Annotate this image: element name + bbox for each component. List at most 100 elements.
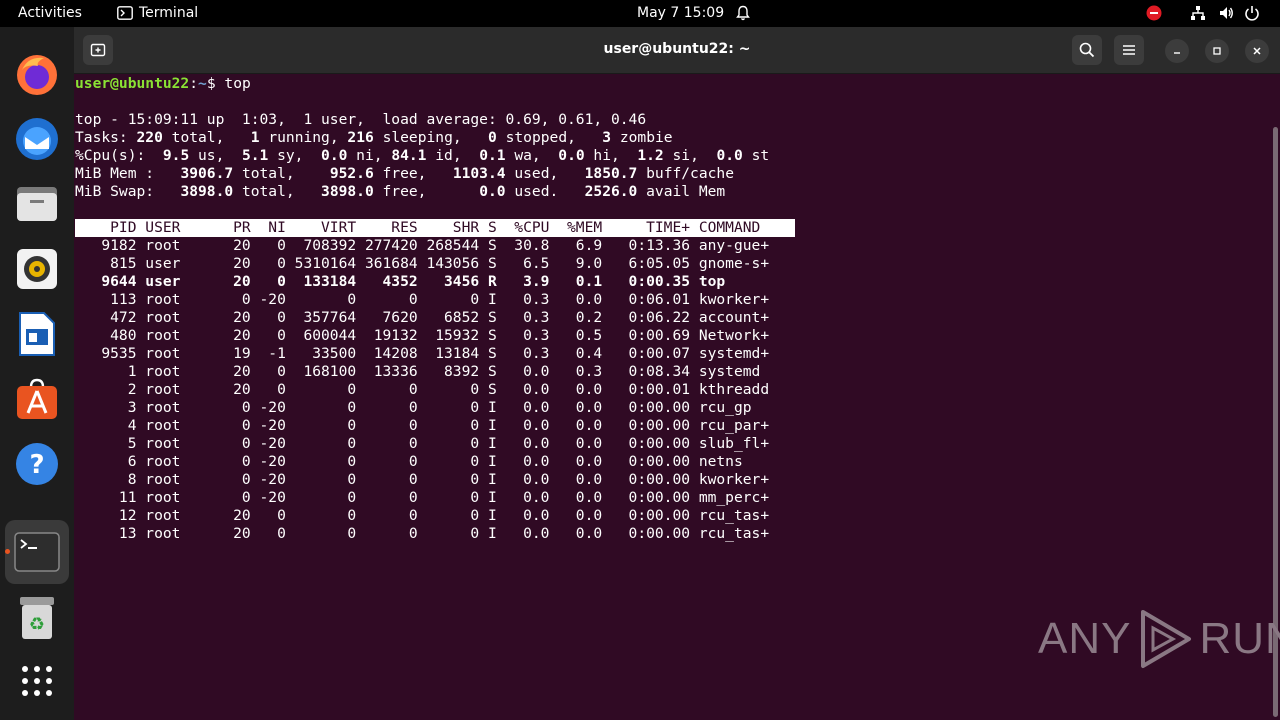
process-row: 1 root 20 0 168100 13336 8392 S 0.0 0.3 … [75,363,761,380]
activities-button[interactable]: Activities [18,5,82,21]
thunderbird-icon[interactable] [5,107,69,171]
summary-value: 1850.7 [584,165,638,182]
summary-label: sy, [268,147,322,164]
header-bar: user@ubuntu22: ~ [74,27,1280,74]
menu-button[interactable] [1114,35,1144,65]
summary-value: 0 [488,129,497,146]
summary-label: stopped, [496,129,603,146]
summary-value: 3906.7 [180,165,234,182]
summary-label: MiB Swap: [75,183,181,200]
column-headers: PID USER PR NI VIRT RES SHR S %CPU %MEM … [75,219,795,237]
process-row: 472 root 20 0 357764 7620 6852 S 0.3 0.2… [75,309,770,326]
svg-text:?: ? [29,450,44,480]
prompt-command: top [224,75,251,92]
process-row: 2 root 20 0 0 0 0 S 0.0 0.0 0:00.01 kthr… [75,381,770,398]
clock[interactable]: May 7 15:09 [637,5,724,21]
app-center-icon[interactable] [5,367,69,431]
watermark-text-left: ANY [1038,614,1132,663]
summary-label: MiB Mem : [75,165,181,182]
process-row: 9535 root 19 -1 33500 14208 13184 S 0.3 … [75,345,770,362]
summary-value: 0.0 [558,147,585,164]
summary-value: 0.0 [716,147,743,164]
libreoffice-writer-icon[interactable] [5,302,69,366]
minimize-button[interactable] [1165,39,1189,63]
summary-label: total, [162,129,251,146]
firefox-icon[interactable] [5,43,69,107]
summary-label: free, [373,183,480,200]
summary-label: %Cpu(s): [75,147,163,164]
files-icon[interactable] [5,172,69,236]
summary-value: 84.1 [391,147,427,164]
summary-label: free, [373,165,453,182]
summary-value: 0.1 [479,147,506,164]
app-menu-label[interactable]: Terminal [139,5,198,21]
running-indicator [5,549,10,554]
maximize-button[interactable] [1205,39,1229,63]
prompt-symbol: $ [206,75,225,92]
summary-label: running, [259,129,348,146]
summary-value: 3898.0 [321,183,374,200]
network-wired-icon[interactable] [1190,5,1206,21]
watermark-play-icon [1141,610,1192,668]
close-button[interactable] [1245,39,1269,63]
summary-value: 9.5 [162,147,190,164]
summary-label: si, [663,147,717,164]
terminal-icon[interactable] [5,520,69,584]
prompt-user: user@ubuntu22 [75,75,190,92]
trash-icon[interactable]: ♻ [5,586,69,650]
power-icon[interactable] [1244,5,1260,21]
summary-cpu: %Cpu(s): 9.5 us, 5.1 sy, 0.0 ni, 84.1 id… [75,147,1265,165]
process-table-header: PID USER PR NI VIRT RES SHR S %CPU %MEM … [75,219,1265,237]
process-row: 113 root 0 -20 0 0 0 I 0.3 0.0 0:06.01 k… [75,291,770,308]
summary-uptime: top - 15:09:11 up 1:03, 1 user, load ave… [75,111,647,128]
summary-value: 952.6 [329,165,374,182]
search-button[interactable] [1072,35,1102,65]
summary-label: used, [505,165,585,182]
process-row: 13 root 20 0 0 0 0 I 0.0 0.0 0:00.00 rcu… [75,525,770,542]
summary-label: ni, [347,147,392,164]
summary-tasks: Tasks: 220 total, 1 running, 216 sleepin… [75,129,1265,147]
summary-value: 1 [250,129,260,146]
summary-label: avail Mem [637,183,726,200]
show-apps-icon[interactable] [5,649,69,713]
summary-swap: MiB Swap: 3898.0 total, 3898.0 free, 0.0… [75,183,1265,201]
summary-label: st [742,147,770,164]
do-not-disturb-icon[interactable] [1146,5,1162,21]
summary-label: Tasks: [75,129,137,146]
dock: ? ♻ [0,27,74,720]
terminal-app-icon[interactable] [117,6,133,24]
summary-value: 3898.0 [180,183,234,200]
summary-value: 0.0 [479,183,506,200]
summary-label: total, [233,165,330,182]
summary-mem: MiB Mem : 3906.7 total, 952.6 free, 1103… [75,165,1265,183]
process-row: 8 root 0 -20 0 0 0 I 0.0 0.0 0:00.00 kwo… [75,471,770,488]
summary-label: hi, [584,147,638,164]
process-row: 12 root 20 0 0 0 0 I 0.0 0.0 0:00.00 rcu… [75,507,770,524]
prompt-separator: : [189,75,199,92]
summary-value: 0.0 [321,147,348,164]
help-icon[interactable]: ? [5,432,69,496]
watermark-text-right: RUN [1199,614,1280,663]
process-row: 3 root 0 -20 0 0 0 I 0.0 0.0 0:00.00 rcu… [75,399,752,416]
summary-label: total, [233,183,322,200]
volume-icon[interactable] [1218,5,1234,21]
summary-label: sleeping, [373,129,489,146]
notification-bell-icon[interactable] [735,5,751,21]
summary-value: 2526.0 [584,183,638,200]
prompt-line: user@ubuntu22:~$ top [75,75,1265,93]
process-table: 9182 root 20 0 708392 277420 268544 S 30… [75,237,1265,543]
process-row: 6 root 0 -20 0 0 0 I 0.0 0.0 0:00.00 net… [75,453,743,470]
process-row: 815 user 20 0 5310164 361684 143056 S 6.… [75,255,770,272]
summary-label: id, [426,147,480,164]
summary-label: used. [505,183,585,200]
summary-value: 216 [347,129,374,146]
rhythmbox-icon[interactable] [5,237,69,301]
summary-value: 5.1 [241,147,269,164]
anyrun-watermark: ANY RUN [1038,608,1280,670]
summary-label: wa, [505,147,559,164]
prompt-path: ~ [198,75,207,92]
summary-label: buff/cache [637,165,734,182]
summary-value: 3 [602,129,612,146]
top-bar: Activities Terminal May 7 15:09 [0,0,1280,27]
